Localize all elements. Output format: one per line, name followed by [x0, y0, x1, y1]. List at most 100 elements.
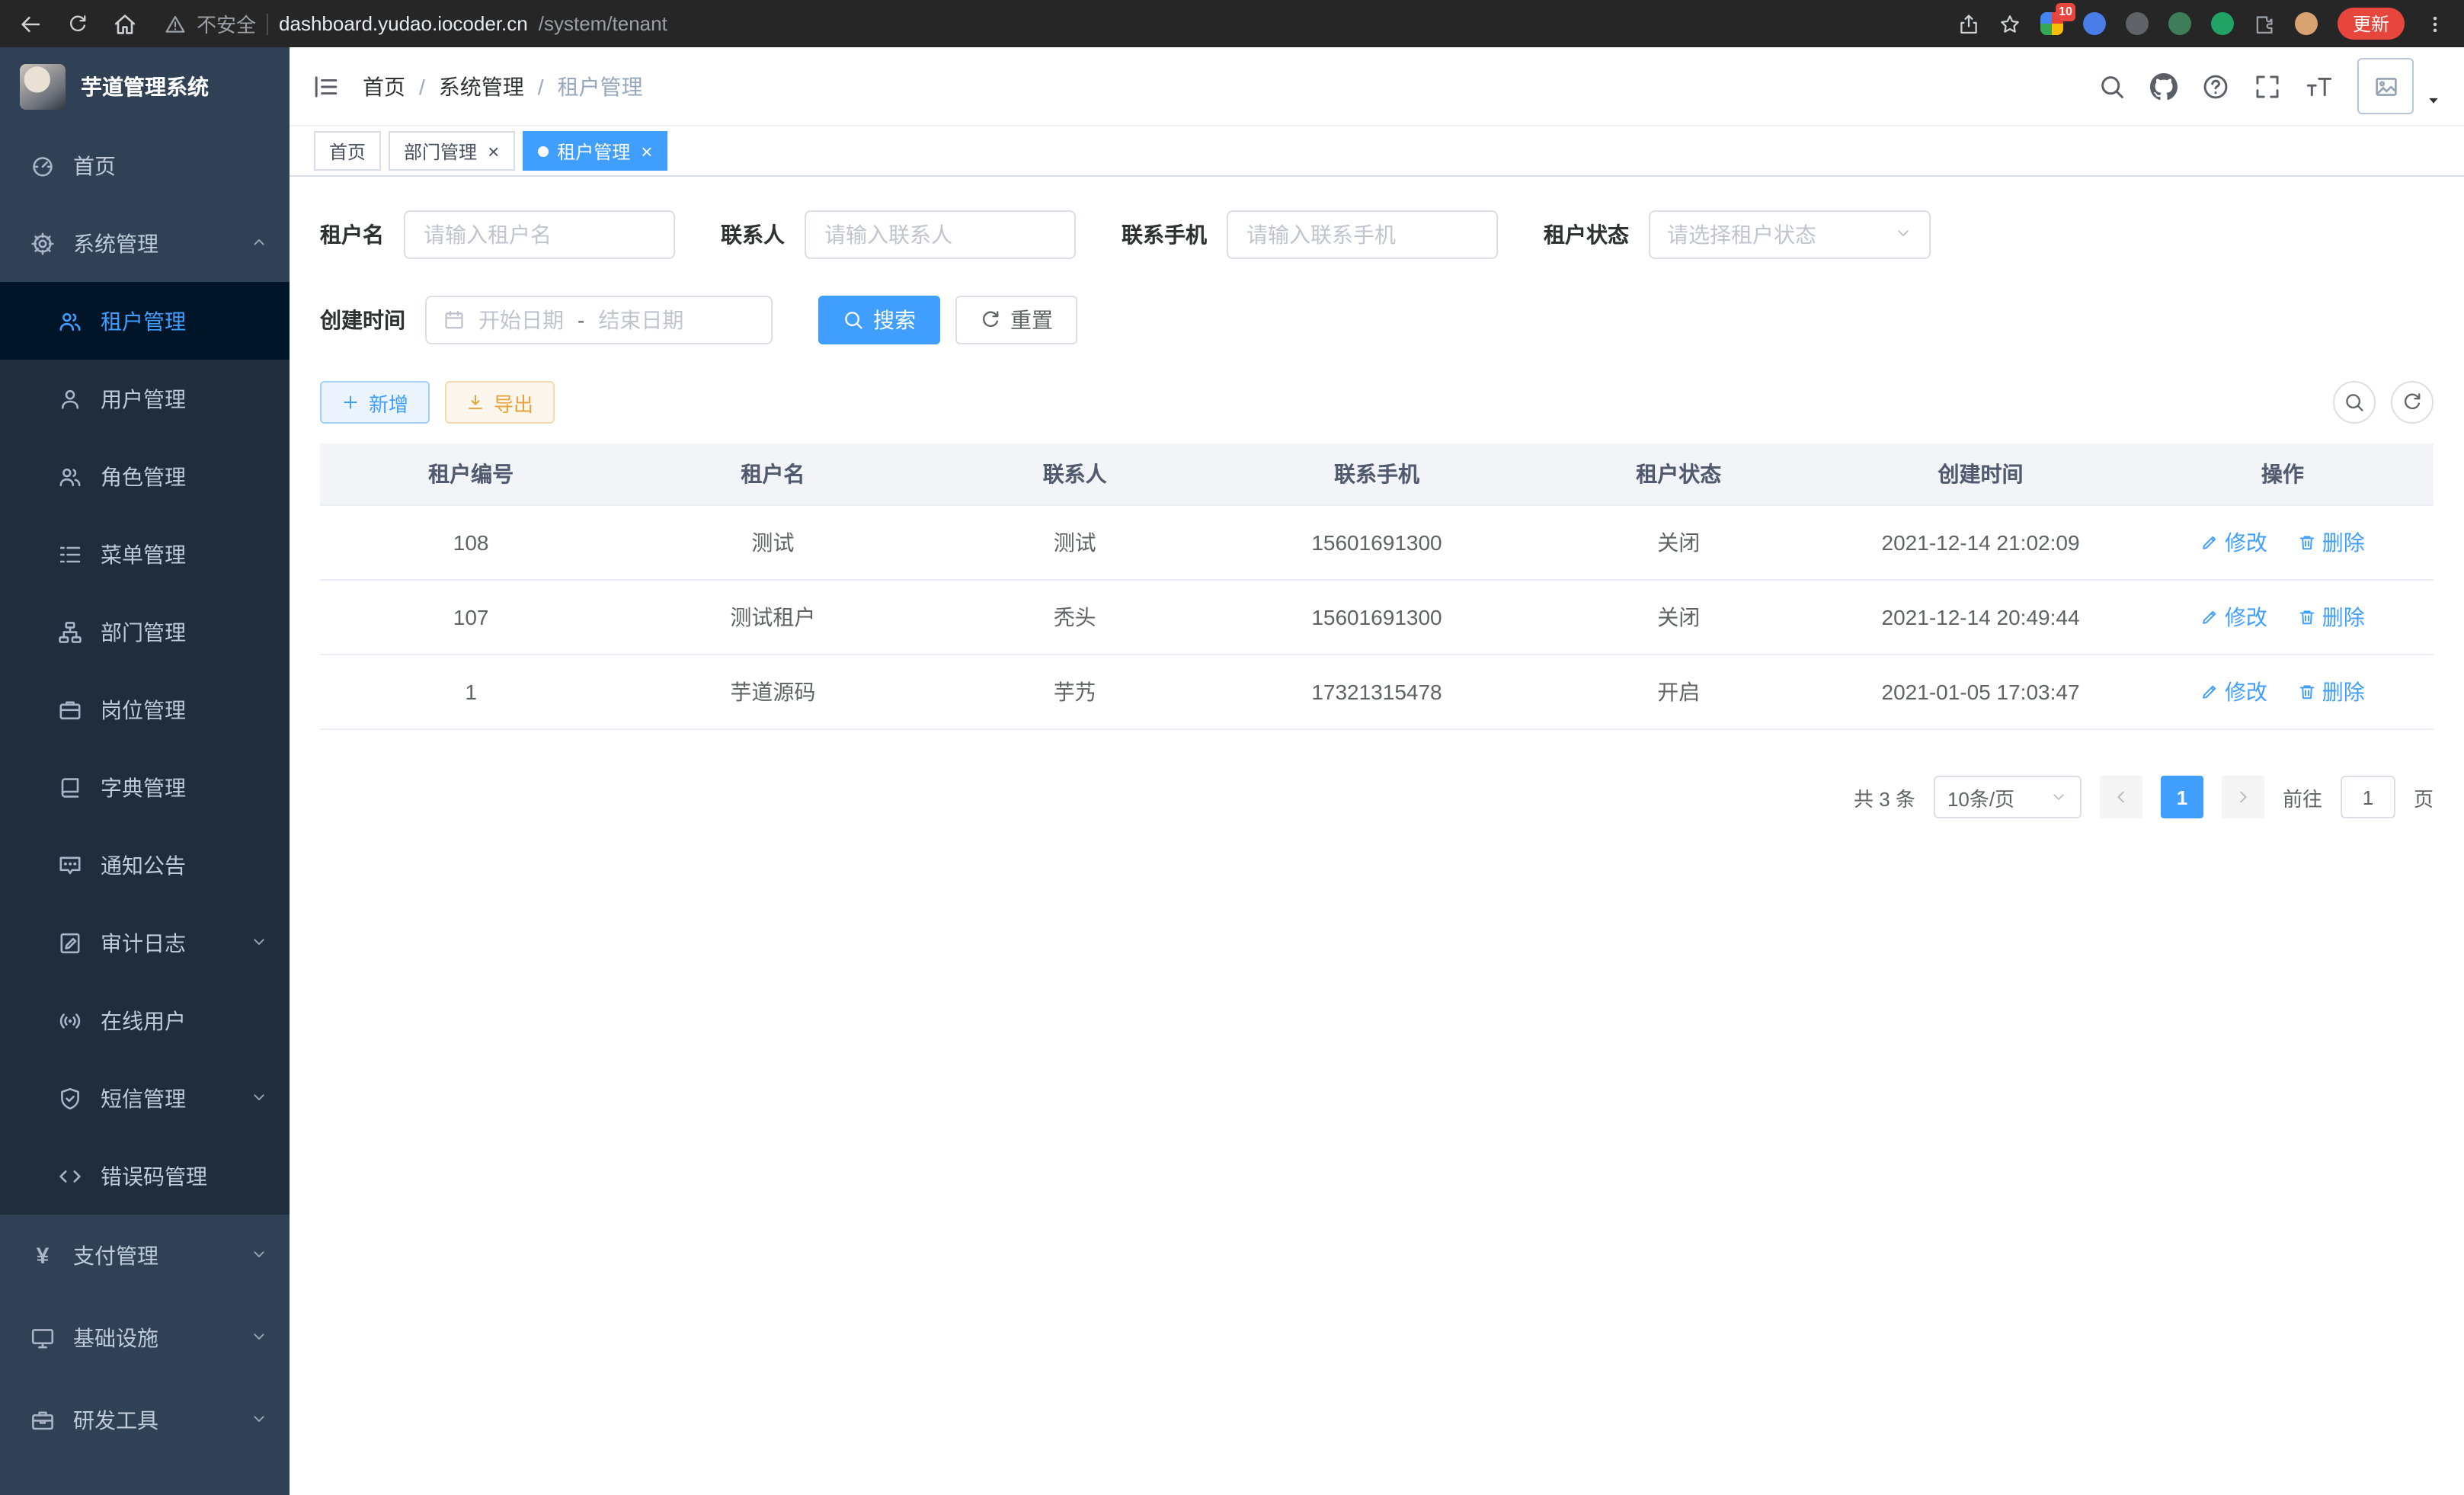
sidebar-group-audit-log[interactable]: 审计日志 — [0, 904, 290, 981]
cell-status: 关闭 — [1528, 580, 1829, 655]
filter-tenant-name: 租户名 — [320, 210, 675, 259]
sidebar-item-user[interactable]: 用户管理 — [0, 360, 290, 437]
column-header: 操作 — [2132, 443, 2434, 505]
sidebar-item-notice[interactable]: 通知公告 — [0, 826, 290, 904]
extension-icon-docs[interactable] — [2211, 12, 2234, 35]
edit-link[interactable]: 修改 — [2200, 527, 2267, 558]
edit-icon — [2200, 683, 2219, 701]
browser-home-icon[interactable] — [113, 11, 137, 36]
extensions-puzzle-icon[interactable] — [2254, 13, 2275, 34]
prev-page-button[interactable] — [2100, 776, 2142, 818]
sidebar-group-infra[interactable]: 基础设施 — [0, 1297, 290, 1379]
profile-avatar-icon[interactable] — [2295, 12, 2318, 35]
next-page-button[interactable] — [2222, 776, 2264, 818]
tab-label: 首页 — [329, 138, 366, 164]
delete-link[interactable]: 删除 — [2298, 602, 2365, 632]
share-icon[interactable] — [1958, 13, 1979, 34]
extension-icon-colorful[interactable]: 10 — [2040, 12, 2063, 35]
delete-link[interactable]: 删除 — [2298, 677, 2365, 707]
column-header: 联系人 — [924, 443, 1226, 505]
delete-label: 删除 — [2322, 527, 2365, 558]
close-icon[interactable]: × — [641, 141, 652, 161]
status-select[interactable]: 请选择租户状态 — [1649, 210, 1931, 259]
sidebar-item-menu[interactable]: 菜单管理 — [0, 515, 290, 593]
chrome-update-button[interactable]: 更新 — [2338, 8, 2405, 40]
sidebar-item-error-code[interactable]: 错误码管理 — [0, 1137, 290, 1215]
cell-actions: 修改 删除 — [2132, 580, 2434, 655]
sidebar-item-home[interactable]: 首页 — [0, 126, 290, 204]
delete-link[interactable]: 删除 — [2298, 527, 2365, 558]
export-button[interactable]: 导出 — [445, 381, 555, 424]
browser-menu-dots-icon[interactable] — [2424, 13, 2446, 34]
font-size-icon[interactable] — [2306, 72, 2333, 100]
sidebar-item-label: 基础设施 — [73, 1323, 158, 1353]
calendar-icon — [443, 309, 465, 331]
back-icon[interactable] — [18, 11, 43, 36]
filter-contact: 联系人 — [721, 210, 1076, 259]
sidebar: 芋道管理系统 首页 系统管理 租户管理 — [0, 47, 290, 1495]
goto-page-input[interactable] — [2341, 776, 2395, 818]
breadcrumb-item[interactable]: 首页 — [363, 71, 405, 101]
search-button[interactable]: 搜索 — [818, 296, 940, 344]
tab-home[interactable]: 首页 — [314, 131, 381, 171]
extension-icon-blue[interactable] — [2083, 12, 2106, 35]
sidebar-group-sms[interactable]: 短信管理 — [0, 1059, 290, 1137]
sidebar-item-post[interactable]: 岗位管理 — [0, 671, 290, 748]
extension-icon-globe[interactable] — [2126, 12, 2149, 35]
edit-link[interactable]: 修改 — [2200, 677, 2267, 707]
tab-dept[interactable]: 部门管理 × — [389, 131, 514, 171]
sidebar-group-payment[interactable]: ¥ 支付管理 — [0, 1215, 290, 1297]
sidebar-item-dict[interactable]: 字典管理 — [0, 748, 290, 826]
refresh-icon — [980, 309, 1001, 331]
cell-created: 2021-12-14 20:49:44 — [1829, 580, 2131, 655]
monitor-icon — [29, 1326, 56, 1350]
refresh-table-button[interactable] — [2391, 381, 2434, 424]
sidebar-logo[interactable]: 芋道管理系统 — [0, 47, 290, 126]
export-button-label: 导出 — [494, 388, 533, 417]
chevron-up-icon — [250, 231, 268, 255]
reset-button[interactable]: 重置 — [955, 296, 1077, 344]
current-page-button[interactable]: 1 — [2161, 776, 2203, 818]
toggle-search-button[interactable] — [2333, 381, 2376, 424]
breadcrumb-item[interactable]: 系统管理 — [439, 71, 524, 101]
cell-created: 2021-01-05 17:03:47 — [1829, 655, 2131, 729]
sidebar-item-label: 用户管理 — [101, 383, 186, 414]
menu-list-icon — [56, 542, 84, 566]
sidebar-group-system[interactable]: 系统管理 — [0, 204, 290, 282]
tab-tenant[interactable]: 租户管理 × — [522, 131, 667, 171]
help-icon[interactable] — [2202, 72, 2229, 100]
bookmark-star-icon[interactable] — [1999, 13, 2021, 34]
tab-label: 部门管理 — [404, 138, 477, 164]
date-range-picker[interactable]: 开始日期 - 结束日期 — [425, 296, 773, 344]
message-bubble-icon — [56, 853, 84, 877]
add-button[interactable]: 新增 — [320, 381, 430, 424]
url-path: /system/tenant — [539, 12, 667, 35]
page-size-select[interactable]: 10条/页 — [1934, 776, 2082, 818]
breadcrumb: 首页 / 系统管理 / 租户管理 — [363, 71, 643, 101]
extension-icon-green[interactable] — [2168, 12, 2191, 35]
tenant-name-input[interactable] — [404, 210, 675, 259]
edit-link[interactable]: 修改 — [2200, 602, 2267, 632]
close-icon[interactable]: × — [488, 141, 499, 161]
fullscreen-icon[interactable] — [2254, 72, 2281, 100]
sidebar-group-devtools[interactable]: 研发工具 — [0, 1379, 290, 1461]
user-avatar[interactable] — [2357, 58, 2414, 114]
filter-label: 联系手机 — [1122, 219, 1207, 250]
chevron-down-icon — [2050, 788, 2068, 806]
page-body: 芋道管理系统 首页 系统管理 租户管理 — [0, 47, 2464, 1495]
filter-phone: 联系手机 — [1122, 210, 1498, 259]
reload-icon[interactable] — [67, 13, 88, 34]
sidebar-item-role[interactable]: 角色管理 — [0, 437, 290, 515]
browser-toolbar: 不安全 dashboard.yudao.iocoder.cn/system/te… — [0, 0, 2464, 47]
sidebar-toggle-button[interactable] — [312, 72, 340, 100]
sidebar-item-dept[interactable]: 部门管理 — [0, 593, 290, 671]
phone-input[interactable] — [1227, 210, 1498, 259]
sidebar-item-online-user[interactable]: 在线用户 — [0, 981, 290, 1059]
search-icon[interactable] — [2098, 72, 2126, 100]
url-bar[interactable]: 不安全 dashboard.yudao.iocoder.cn/system/te… — [165, 9, 667, 38]
tags-view-bar: 首页 部门管理 × 租户管理 × — [290, 126, 2464, 177]
contact-input[interactable] — [805, 210, 1076, 259]
github-icon[interactable] — [2150, 72, 2178, 100]
sidebar-item-tenant[interactable]: 租户管理 — [0, 282, 290, 360]
toolbox-icon — [29, 1408, 56, 1433]
